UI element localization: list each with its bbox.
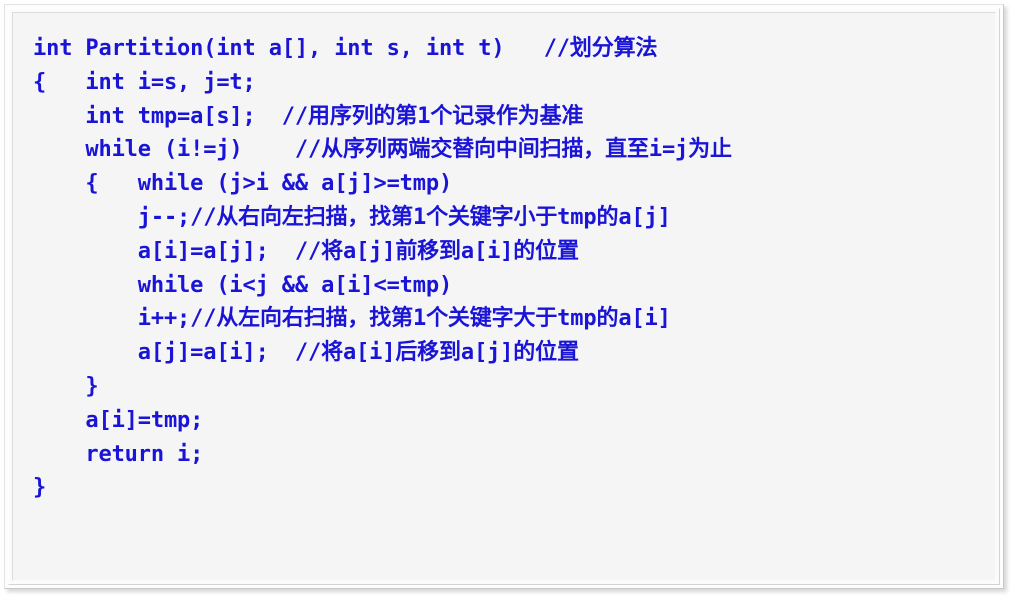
code-listing-frame: int Partition(int a[], int s, int t) //划… <box>0 0 1011 596</box>
code-line: i++;//从左向右扫描，找第1个关键字大于tmp的a[i] <box>33 306 671 332</box>
code-line: int Partition(int a[], int s, int t) //划… <box>33 36 658 61</box>
code-block: int Partition(int a[], int s, int t) //划… <box>33 32 991 580</box>
frame-bevel-inner: int Partition(int a[], int s, int t) //划… <box>12 12 996 581</box>
frame-bevel-outer: int Partition(int a[], int s, int t) //划… <box>4 4 1004 589</box>
code-line: while (i!=j) //从序列两端交替向中间扫描，直至i=j为止 <box>33 137 732 163</box>
code-line: { while (j>i && a[j]>=tmp) <box>33 171 453 197</box>
code-line: while (i<j && a[i]<=tmp) <box>33 272 453 298</box>
code-line: } <box>33 373 99 399</box>
code-line: int tmp=a[s]; //用序列的第1个记录作为基准 <box>33 103 584 129</box>
code-line: } <box>33 475 47 501</box>
code-line: a[j]=a[i]; //将a[i]后移到a[j]的位置 <box>33 340 579 366</box>
code-line: a[i]=a[j]; //将a[j]前移到a[i]的位置 <box>33 238 579 264</box>
code-line: return i; <box>33 441 204 467</box>
frame-bevel-middle: int Partition(int a[], int s, int t) //划… <box>8 8 1000 585</box>
code-line: { int i=s, j=t; <box>33 69 256 95</box>
code-line: a[i]=tmp; <box>33 407 204 433</box>
code-line: j--;//从右向左扫描，找第1个关键字小于tmp的a[j] <box>33 204 671 230</box>
